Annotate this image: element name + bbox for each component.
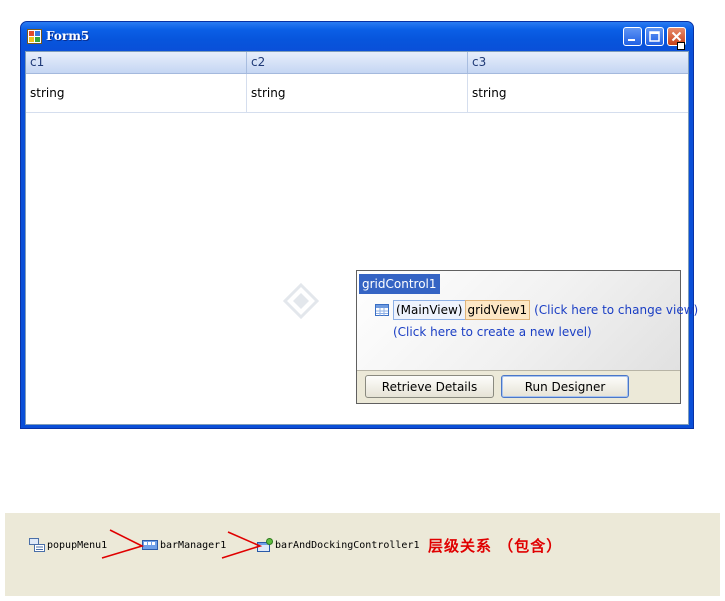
main-view-level: (MainView) gridView1 (Click here to change…: [375, 299, 698, 320]
designer-canvas: Form5 c1 c2 c3 string string string grid…: [0, 0, 725, 601]
tray-item-bar-manager[interactable]: barManager1: [142, 538, 226, 554]
grid-view-name[interactable]: gridView1: [464, 299, 531, 320]
retrieve-details-button[interactable]: Retrieve Details: [365, 375, 494, 398]
change-view-link[interactable]: (Click here to change view): [534, 303, 698, 317]
create-level-link[interactable]: (Click here to create a new level): [393, 325, 592, 339]
tray-item-label: barManager1: [160, 540, 227, 551]
tray-item-label: barAndDockingController1: [275, 540, 420, 551]
run-designer-button[interactable]: Run Designer: [501, 375, 629, 398]
tray-item-label: popupMenu1: [47, 540, 108, 551]
main-view-label: (MainView): [393, 299, 466, 320]
hierarchy-annotation: 层级关系 （包含）: [428, 537, 563, 555]
tray-item-popup-menu[interactable]: popupMenu1: [29, 538, 107, 554]
panel-footer: Retrieve Details Run Designer: [357, 370, 680, 403]
grid-cell[interactable]: string: [26, 74, 247, 112]
arrow-right-icon: [101, 529, 145, 559]
grid-view-icon: [375, 303, 389, 317]
column-header-c2[interactable]: c2: [247, 52, 468, 73]
grid-control-name[interactable]: gridControl1: [359, 274, 440, 294]
column-header-c3[interactable]: c3: [468, 52, 688, 73]
minimize-button[interactable]: [623, 27, 642, 46]
tray-item-docking-controller[interactable]: barAndDockingController1: [257, 538, 420, 554]
grid-cell[interactable]: string: [247, 74, 468, 112]
title-bar[interactable]: Form5: [21, 22, 693, 52]
component-tray: popupMenu1 barManager1 barAndDockingCont…: [5, 513, 720, 596]
grid-cell[interactable]: string: [468, 74, 688, 112]
form-icon: [27, 29, 42, 44]
popup-menu-icon: [29, 538, 45, 552]
maximize-button[interactable]: [645, 27, 664, 46]
grid-header: c1 c2 c3: [26, 52, 688, 74]
table-row[interactable]: string string string: [26, 74, 688, 113]
window-title: Form5: [46, 29, 90, 43]
level-designer-panel: gridControl1 (MainView) gridView1 (Click h…: [356, 270, 698, 404]
column-header-c1[interactable]: c1: [26, 52, 247, 73]
arrow-right-icon: [221, 531, 263, 559]
resize-grip[interactable]: [677, 42, 685, 50]
